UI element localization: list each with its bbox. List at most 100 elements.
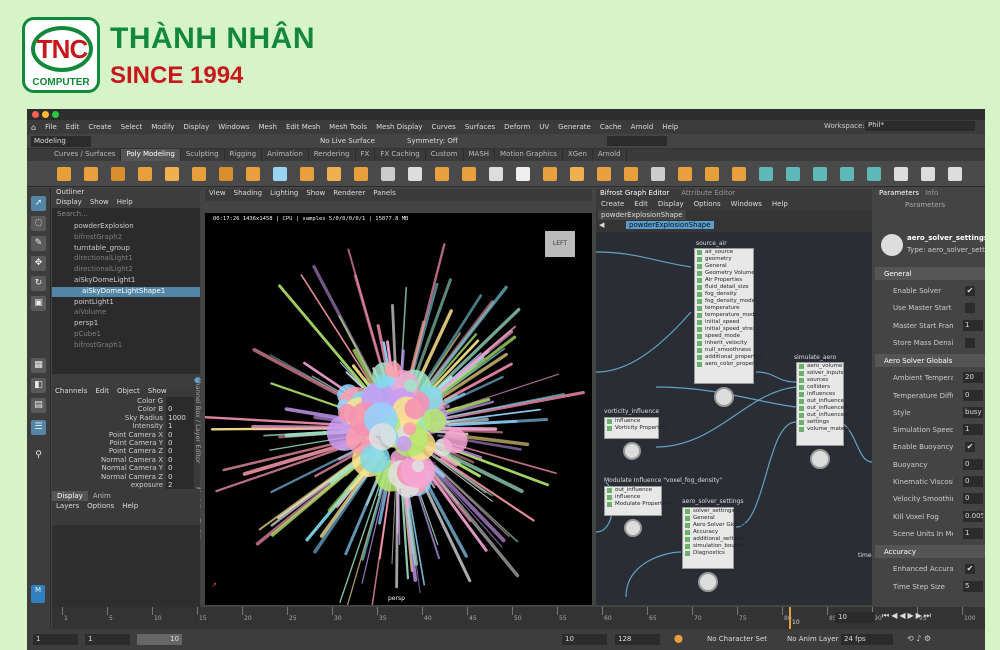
move-tool-icon[interactable]: ✥ [31,256,46,271]
param-checkbox[interactable]: ✔ [965,442,975,453]
shelf-tool-icon[interactable] [597,167,611,181]
viewport-menu-shading[interactable]: Shading [234,189,262,201]
node-port[interactable]: Air Properties [695,277,753,284]
node-port[interactable]: speed_mode [695,333,753,340]
node-port[interactable]: solver_settings [683,508,734,515]
channel-menu-show[interactable]: Show [148,387,167,395]
shelf-tab-xgen[interactable]: XGen [563,149,593,161]
shelf-tool-icon[interactable] [786,167,800,181]
node-aero-solver-settings[interactable]: solver_settings General Aero Solver Global… [682,507,747,569]
menu-file[interactable]: File [45,123,57,131]
outliner-item[interactable]: bifrostGraph1 [52,341,200,352]
range-start-field[interactable]: 1 [33,634,78,645]
shelf-tool-icon[interactable] [300,167,314,181]
node-port[interactable]: Accuracy [683,529,733,536]
shelf-tab-mash[interactable]: MASH [464,149,496,161]
shelf-tool-icon[interactable] [57,167,71,181]
menu-mesh-display[interactable]: Mesh Display [376,123,422,131]
shelf-tool-icon[interactable] [948,167,962,181]
viewport[interactable]: 00:17:26 1436x1458 | CPU | samples 5/0/0… [205,213,592,605]
channel-menu-channels[interactable]: Channels [55,387,87,395]
menu-mesh-tools[interactable]: Mesh Tools [329,123,367,131]
params-section-accuracy[interactable]: Accuracy [875,545,985,559]
tab-anim[interactable]: Anim [88,491,116,501]
node-port[interactable]: fog_density_mode [695,298,755,305]
shelf-tool-icon[interactable] [921,167,935,181]
shelf-tab-arnold[interactable]: Arnold [593,149,627,161]
outliner-menu-show[interactable]: Show [90,198,109,208]
user-select[interactable] [607,136,667,146]
shelf-tab-rigging[interactable]: Rigging [225,149,263,161]
param-field[interactable]: 0 [963,458,983,470]
menu-modify[interactable]: Modify [151,123,174,131]
outliner-item[interactable]: pointLight1 [52,298,200,309]
fps-select[interactable]: 24 fps [841,634,893,645]
graph-file-tab[interactable]: powderExplosionShape [598,210,686,220]
anim-layer-select[interactable]: No Anim Layer [787,635,838,643]
layout-three-icon[interactable]: ▤ [31,398,46,413]
node-port[interactable]: settings [797,419,843,426]
tab-info[interactable]: Info [925,189,938,199]
outliner-item[interactable]: aiSkyDomeLightShape1 [52,286,200,298]
tab-bifrost-graph-editor[interactable]: Bifrost Graph Editor [600,189,669,200]
tab-attribute-editor[interactable]: Attribute Editor [681,189,735,200]
animation-end-field[interactable]: 128 [615,634,660,645]
channel-menu-object[interactable]: Object [117,387,140,395]
node-port[interactable]: temperature [695,305,753,312]
paint-select-icon[interactable]: ✎ [31,236,46,251]
shelf-tool-icon[interactable] [759,167,773,181]
viewport-menu-renderer[interactable]: Renderer [333,189,365,201]
playback-controls-icon[interactable]: ⏮◀◀▶▶⏭ [882,611,933,621]
outliner-item[interactable]: persp1 [52,319,200,330]
layout-two-icon[interactable]: ◧ [31,378,46,393]
param-field[interactable]: 1 [963,319,983,331]
shelf-tool-icon[interactable] [273,167,287,181]
tab-parameters[interactable]: Parameters [879,189,919,199]
range-slider[interactable]: 10 [137,634,182,645]
param-field[interactable]: 5 [963,580,983,592]
outliner-item[interactable]: bifrostGraph2 [52,233,200,244]
outliner-item[interactable]: aiSkyDomeLight1 [52,276,200,287]
shelf-tab-curves-surfaces[interactable]: Curves / Surfaces [49,149,122,161]
param-checkbox[interactable]: ✔ [965,564,975,575]
node-port[interactable]: initial_speed [695,319,753,326]
shelf-tool-icon[interactable] [570,167,584,181]
shelf-tool-icon[interactable] [246,167,260,181]
node-port[interactable]: fluid_detail_size [695,284,753,291]
node-port[interactable]: fog_density [695,291,753,298]
node-port[interactable]: Geometry Volume ... [695,270,762,277]
viewport-menu-view[interactable]: View [209,189,226,201]
maximize-window-button[interactable] [52,111,59,118]
shelf-tool-icon[interactable] [894,167,908,181]
time-node-label[interactable]: time [858,552,872,559]
layer-menu-help[interactable]: Help [122,502,138,510]
menu-edit-mesh[interactable]: Edit Mesh [286,123,320,131]
node-port[interactable]: colliders [797,384,843,391]
shelf-tool-icon[interactable] [651,167,665,181]
outliner-item[interactable]: pCube1 [52,330,200,341]
param-field[interactable]: 0.005 [963,510,983,522]
menu-uv[interactable]: UV [539,123,549,131]
shelf-tool-icon[interactable] [111,167,125,181]
node-port[interactable]: General [695,263,753,270]
node-port[interactable]: influence [605,494,661,501]
node-port[interactable]: solver_inputs [797,370,843,377]
node-port[interactable]: geometry [695,256,753,263]
node-port[interactable]: out_influence [605,487,661,494]
node-port[interactable]: inherit_velocity [695,340,753,347]
menu-create[interactable]: Create [88,123,111,131]
search-icon[interactable]: ⚲ [31,448,46,463]
param-field[interactable]: busy [963,406,983,418]
layer-menu-layers[interactable]: Layers [56,502,79,510]
graph-canvas[interactable]: source_air air_source geometry General Geom… [596,232,872,605]
menu-deform[interactable]: Deform [504,123,530,131]
minimize-window-button[interactable] [42,111,49,118]
shelf-tool-icon[interactable] [219,167,233,181]
shelf-tool-icon[interactable] [705,167,719,181]
node-port[interactable]: influences [797,391,843,398]
shelf-tool-icon[interactable] [327,167,341,181]
node-port[interactable]: General [683,515,733,522]
shelf-tab-poly-modeling[interactable]: Poly Modeling [121,149,181,161]
node-port[interactable]: Modulate Properties [605,501,670,508]
param-field[interactable]: 0 [963,493,983,505]
